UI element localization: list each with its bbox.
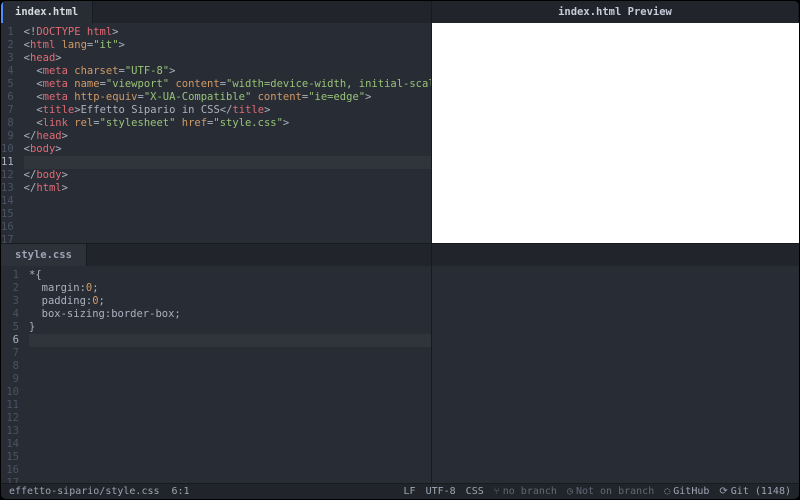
status-git[interactable]: Git (1148) bbox=[719, 486, 791, 497]
editor-pane-html: index.html 123456789101112131415161718 <… bbox=[1, 1, 431, 243]
code-body[interactable]: <!DOCTYPE html><html lang="it"><head> <m… bbox=[20, 23, 431, 243]
html-preview[interactable] bbox=[432, 23, 799, 243]
tab-bar: index.html Preview bbox=[432, 1, 799, 23]
code-editor-html[interactable]: 123456789101112131415161718 <!DOCTYPE ht… bbox=[1, 23, 431, 243]
gutter: 123456789101112131415161718 bbox=[1, 23, 20, 243]
status-eol[interactable]: LF bbox=[404, 486, 416, 497]
tab-bar: style.css bbox=[1, 244, 431, 266]
editor-window: index.html 123456789101112131415161718 <… bbox=[0, 0, 800, 500]
tab-label: style.css bbox=[15, 249, 72, 261]
status-branch[interactable]: no branch bbox=[494, 486, 557, 497]
status-commit[interactable]: Not on branch bbox=[567, 486, 654, 497]
status-encoding[interactable]: UTF-8 bbox=[426, 486, 456, 497]
tab-preview[interactable]: index.html Preview bbox=[432, 1, 799, 23]
preview-pane: index.html Preview bbox=[431, 1, 799, 243]
status-cursor-pos[interactable]: 6:1 bbox=[172, 486, 190, 497]
tab-index-html[interactable]: index.html bbox=[1, 1, 93, 23]
tab-style-css[interactable]: style.css bbox=[1, 244, 87, 266]
bottom-panes: style.css 123456789101112131415161718 *{… bbox=[1, 243, 799, 483]
top-panes: index.html 123456789101112131415161718 <… bbox=[1, 1, 799, 243]
status-grammar[interactable]: CSS bbox=[466, 486, 484, 497]
code-body[interactable]: *{ margin:0; padding:0; box-sizing:borde… bbox=[25, 266, 431, 483]
empty-editor[interactable] bbox=[432, 266, 799, 483]
tab-bar-empty bbox=[432, 244, 799, 266]
empty-pane bbox=[431, 243, 799, 483]
editor-pane-css: style.css 123456789101112131415161718 *{… bbox=[1, 243, 431, 483]
tab-label: index.html Preview bbox=[558, 6, 672, 18]
status-bar: effetto-sipario/style.css 6:1 LF UTF-8 C… bbox=[1, 483, 799, 499]
status-github[interactable]: GitHub bbox=[664, 486, 709, 497]
tab-bar: index.html bbox=[1, 1, 431, 23]
status-file-path[interactable]: effetto-sipario/style.css bbox=[9, 486, 160, 497]
gutter: 123456789101112131415161718 bbox=[1, 266, 25, 483]
code-editor-css[interactable]: 123456789101112131415161718 *{ margin:0;… bbox=[1, 266, 431, 483]
tab-label: index.html bbox=[15, 6, 78, 18]
